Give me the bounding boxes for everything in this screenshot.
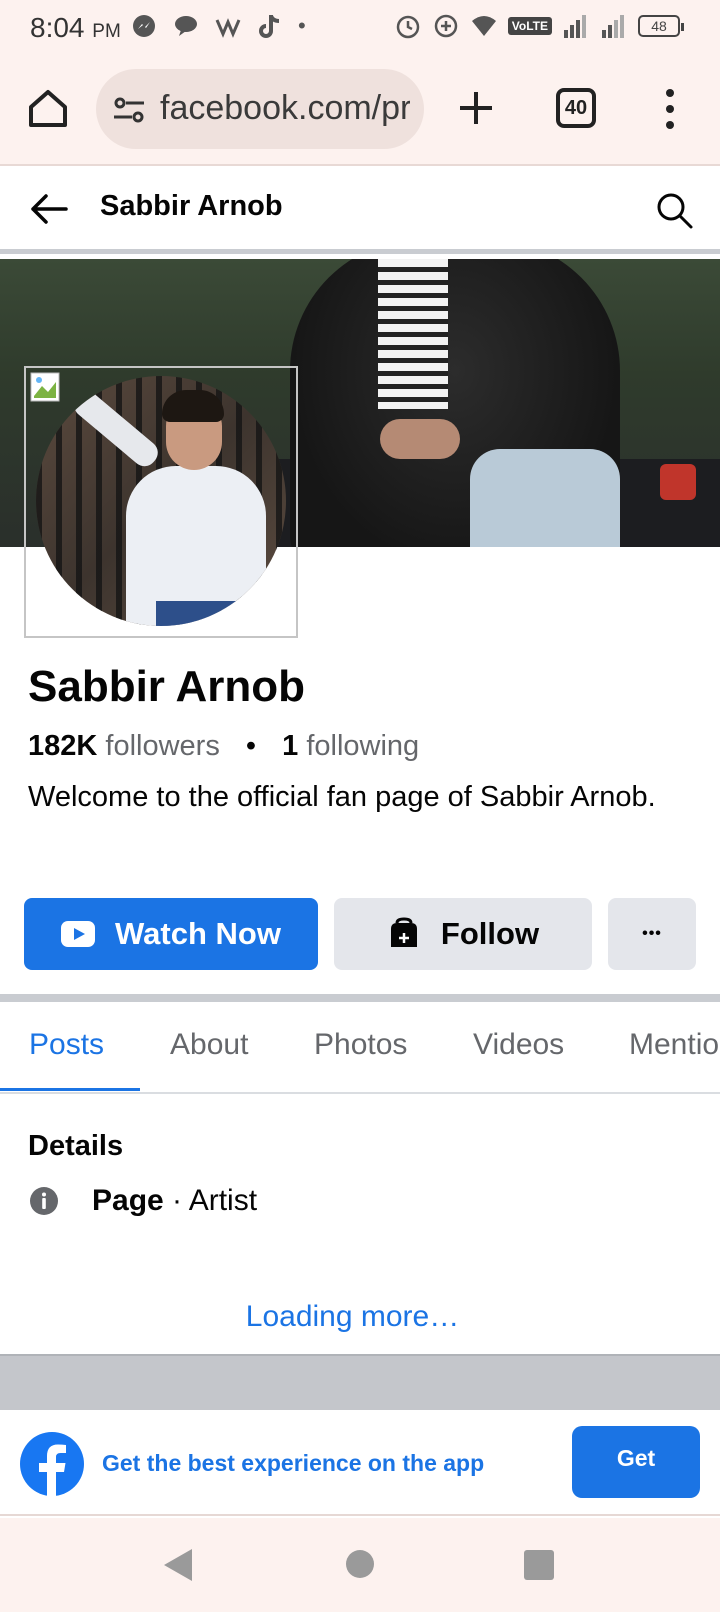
nav-back-icon[interactable] bbox=[160, 1546, 196, 1584]
tab-posts[interactable]: Posts bbox=[29, 1028, 104, 1062]
profile-tabs: Posts About Photos Videos Mentions bbox=[0, 1002, 720, 1094]
watch-now-button[interactable]: Watch Now bbox=[24, 898, 318, 970]
tab-photos[interactable]: Photos bbox=[314, 1028, 407, 1062]
tab-mentions[interactable]: Mentions bbox=[629, 1028, 720, 1062]
plus-icon[interactable] bbox=[456, 88, 496, 128]
browser-toolbar: facebook.com/pro 40 bbox=[0, 56, 720, 166]
content-separator bbox=[0, 1354, 720, 1410]
page-bio: Welcome to the official fan page of Sabb… bbox=[28, 781, 656, 813]
followers-label[interactable]: followers bbox=[105, 730, 219, 762]
status-time: 8:04 PM bbox=[30, 12, 121, 43]
following-count[interactable]: 1 bbox=[282, 730, 298, 762]
cover-jeans bbox=[470, 449, 620, 547]
data-saver-icon bbox=[434, 14, 458, 38]
wave-app-icon bbox=[215, 18, 241, 38]
loading-more-text: Loading more… bbox=[245, 1300, 460, 1333]
facebook-logo-icon bbox=[20, 1432, 84, 1496]
more-horiz-icon: ••• bbox=[642, 925, 662, 942]
get-app-button[interactable]: Get bbox=[572, 1426, 700, 1498]
avatar[interactable] bbox=[36, 376, 286, 626]
more-vert-icon[interactable] bbox=[658, 86, 682, 132]
more-options-button[interactable]: ••• bbox=[608, 898, 696, 970]
youtube-play-icon bbox=[61, 921, 96, 947]
nav-recents-icon[interactable] bbox=[524, 1550, 554, 1580]
page-name: Sabbir Arnob bbox=[28, 662, 306, 711]
follow-bag-icon bbox=[390, 917, 417, 947]
follow-label: Follow bbox=[440, 916, 540, 951]
search-icon[interactable] bbox=[654, 190, 694, 230]
arrow-left-icon[interactable] bbox=[28, 188, 70, 230]
follow-stats: 182K followers • 1 following bbox=[28, 730, 419, 763]
profile-picture-frame[interactable] bbox=[24, 366, 298, 638]
stats-separator: • bbox=[245, 730, 257, 762]
home-icon[interactable] bbox=[26, 86, 70, 130]
page-category-value: · Artist bbox=[163, 1184, 258, 1217]
more-notifications-dot: • bbox=[298, 13, 306, 38]
notification-icons: • bbox=[130, 12, 306, 40]
system-status-icons: VoLTE 48 bbox=[394, 12, 684, 40]
alarm-icon bbox=[396, 15, 420, 39]
system-nav-bar bbox=[0, 1518, 720, 1612]
status-bar: 8:04 PM • VoLTE 48 bbox=[0, 0, 720, 56]
tiktok-icon bbox=[259, 15, 280, 38]
follow-button[interactable]: Follow bbox=[334, 898, 592, 970]
avatar-jeans bbox=[156, 601, 236, 626]
tune-icon[interactable] bbox=[112, 93, 146, 127]
watch-now-label: Watch Now bbox=[115, 916, 281, 951]
tab-videos[interactable]: Videos bbox=[473, 1028, 564, 1062]
page-type-label: Page bbox=[92, 1184, 164, 1217]
tab-switcher-icon[interactable]: 40 bbox=[556, 88, 596, 128]
app-promo-text: Get the best experience on the app bbox=[102, 1450, 485, 1476]
following-label[interactable]: following bbox=[306, 730, 419, 762]
app-promo-banner: Get the best experience on the app Get bbox=[0, 1410, 720, 1516]
address-bar[interactable]: facebook.com/pro bbox=[96, 69, 424, 149]
info-icon bbox=[30, 1187, 58, 1215]
tab-about[interactable]: About bbox=[170, 1028, 248, 1062]
chat-bubble-icon bbox=[175, 16, 197, 36]
active-tab-indicator bbox=[0, 1088, 140, 1091]
nav-home-icon[interactable] bbox=[346, 1550, 374, 1578]
signal-icon-2 bbox=[602, 15, 624, 38]
avatar-hair bbox=[162, 390, 224, 422]
page-header: Sabbir Arnob bbox=[0, 166, 720, 254]
signal-icon-1 bbox=[564, 15, 586, 38]
cover-tail-light bbox=[660, 464, 696, 500]
volte-badge: VoLTE bbox=[507, 17, 552, 35]
header-title: Sabbir Arnob bbox=[100, 190, 283, 222]
page-category: Page · Artist bbox=[92, 1184, 257, 1218]
cover-striped-shirt bbox=[378, 259, 448, 409]
followers-count[interactable]: 182K bbox=[28, 730, 97, 762]
cover-hand bbox=[380, 419, 460, 459]
section-divider bbox=[0, 994, 720, 1002]
battery-indicator: 48 bbox=[638, 15, 684, 37]
wifi-icon bbox=[471, 16, 496, 36]
url-text[interactable]: facebook.com/pro bbox=[160, 89, 410, 128]
messenger-icon bbox=[133, 15, 155, 37]
details-heading: Details bbox=[28, 1130, 124, 1162]
